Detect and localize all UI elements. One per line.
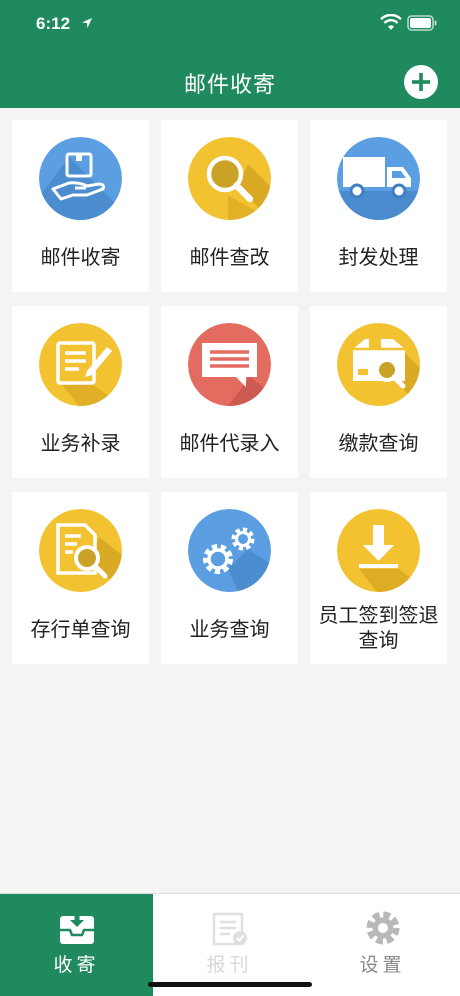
- tab-posting[interactable]: 收寄: [0, 894, 153, 996]
- location-arrow-icon: [82, 18, 92, 28]
- document-search-icon: [39, 509, 122, 592]
- hand-package-icon: [39, 137, 122, 220]
- status-bar: 6:12: [0, 0, 460, 50]
- tab-label: 收寄: [53, 954, 100, 976]
- tab-label: 报刊: [206, 954, 253, 976]
- notepad-pen-icon: [39, 323, 122, 406]
- tile-dispatch-processing[interactable]: 封发处理: [310, 120, 447, 292]
- tile-staff-sign-in-out-query[interactable]: 员工签到签退查询: [310, 492, 447, 664]
- message-icon: [188, 323, 271, 406]
- home-indicator: [148, 982, 312, 987]
- status-time: 6:12: [36, 14, 71, 33]
- tab-newspaper[interactable]: 报刊: [153, 894, 306, 996]
- gears-icon: [188, 509, 271, 592]
- add-button[interactable]: [404, 65, 438, 99]
- tile-label: 封发处理: [338, 245, 419, 269]
- inbox-icon: [60, 912, 94, 944]
- tile-label: 邮件查改: [189, 245, 270, 269]
- truck-icon: [337, 137, 420, 220]
- tile-label: 存行单查询: [30, 617, 131, 641]
- tab-label: 设置: [359, 954, 406, 976]
- tile-mail-query-edit[interactable]: 邮件查改: [161, 120, 298, 292]
- tile-label: 邮件代录入: [179, 431, 280, 455]
- tile-label: 缴款查询: [338, 431, 419, 455]
- tile-label: 业务补录: [40, 431, 121, 455]
- tile-label: 员工签到签退查询: [318, 603, 439, 652]
- gear-icon: [366, 911, 400, 945]
- plus-icon: [412, 73, 430, 91]
- tile-business-supplement[interactable]: 业务补录: [12, 306, 149, 478]
- tile-payment-query[interactable]: 缴款查询: [310, 306, 447, 478]
- navigation-bar: 邮件收寄: [0, 50, 460, 108]
- tile-label: 邮件收寄: [40, 245, 121, 269]
- tile-deposit-slip-query[interactable]: 存行单查询: [12, 492, 149, 664]
- magnifier-icon: [188, 137, 271, 220]
- tile-label: 业务查询: [189, 617, 270, 641]
- newspaper-icon: [212, 912, 247, 946]
- page-title: 邮件收寄: [183, 73, 276, 98]
- tile-mail-posting[interactable]: 邮件收寄: [12, 120, 149, 292]
- box-search-icon: [337, 323, 420, 406]
- tab-bar: 收寄 报刊 设置: [0, 893, 460, 996]
- tab-settings[interactable]: 设置: [306, 894, 459, 996]
- tile-mail-proxy-entry[interactable]: 邮件代录入: [161, 306, 298, 478]
- wifi-icon: [380, 14, 402, 30]
- battery-icon: [407, 15, 437, 31]
- tile-business-query[interactable]: 业务查询: [161, 492, 298, 664]
- download-icon: [337, 509, 420, 592]
